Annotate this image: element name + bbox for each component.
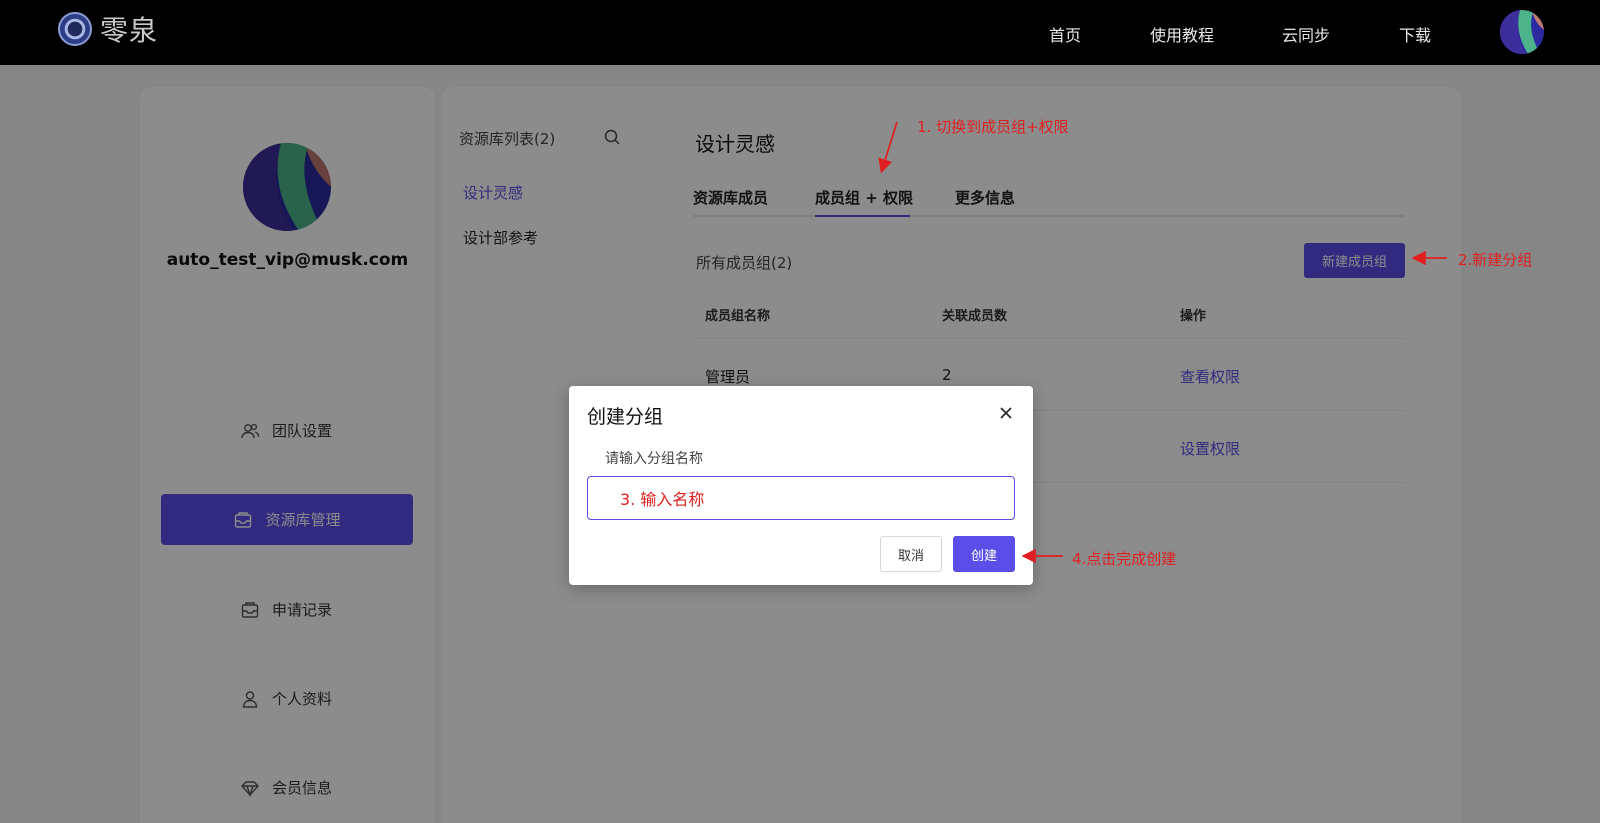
cancel-button[interactable]: 取消 <box>880 536 942 572</box>
create-group-dialog: 创建分组 请输入分组名称 取消 创建 <box>569 386 1033 585</box>
dialog-title: 创建分组 <box>587 406 664 428</box>
group-name-input[interactable] <box>587 476 1015 520</box>
group-name-label: 请输入分组名称 <box>605 451 703 467</box>
annotation-step-2: 2.新建分组 <box>1458 251 1533 269</box>
annotation-step-1: 1. 切换到成员组+权限 <box>917 118 1069 136</box>
top-nav-bar: 零泉 首页 使用教程 云同步 下载 <box>0 0 1600 65</box>
user-avatar[interactable] <box>1500 10 1544 54</box>
close-icon[interactable] <box>997 404 1015 422</box>
brand-name: 零泉 <box>100 14 159 47</box>
nav-cloud-sync[interactable]: 云同步 <box>1282 22 1330 46</box>
avatar-art-icon <box>1500 10 1544 54</box>
logo-icon <box>58 12 92 46</box>
nav-download[interactable]: 下载 <box>1399 22 1431 46</box>
nav-home[interactable]: 首页 <box>1049 22 1081 46</box>
nav-tutorial[interactable]: 使用教程 <box>1150 22 1214 46</box>
brand-logo[interactable]: 零泉 <box>58 12 158 47</box>
annotation-step-4: 4.点击完成创建 <box>1072 550 1177 568</box>
create-button[interactable]: 创建 <box>953 536 1015 572</box>
